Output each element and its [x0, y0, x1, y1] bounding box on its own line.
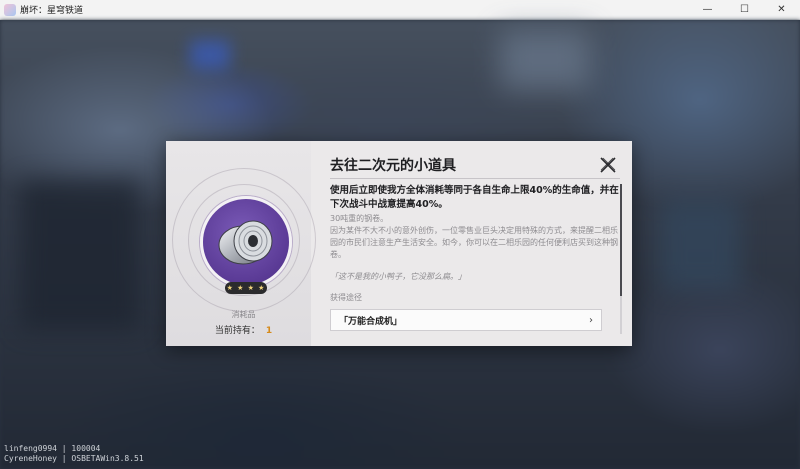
source-button-label: 「万能合成机」: [339, 316, 403, 327]
background-blur: [20, 180, 140, 330]
lore-text: 因为某件不大不小的意外创伤，一位零售业巨头决定用特殊的方式，来提醒二相乐园的市民…: [330, 226, 618, 259]
footer-line-version: CyreneHoney | OSBETAWin3.8.51: [4, 454, 144, 463]
background-blur: [190, 40, 230, 70]
chevron-right-icon: ›: [589, 314, 593, 326]
rarity-stars: ★ ★ ★ ★: [225, 282, 267, 294]
close-icon: [600, 157, 616, 173]
app-icon: [4, 3, 16, 16]
item-preview-panel: ★ ★ ★ ★ 消耗品 当前持有： 1: [166, 141, 316, 346]
item-detail-dialog: ★ ★ ★ ★ 消耗品 当前持有： 1 去往二次元的小道具 使用后立即使我方全体消…: [166, 141, 632, 346]
item-icon: [200, 196, 292, 288]
source-button[interactable]: 「万能合成机」 ›: [330, 309, 602, 331]
close-button[interactable]: [598, 155, 618, 175]
lore-subtitle: 30吨重的钢卷。: [330, 214, 389, 223]
owned-count-row: 当前持有： 1: [166, 323, 321, 336]
maximize-button[interactable]: ☐: [726, 0, 763, 19]
scrollbar-thumb[interactable]: [620, 184, 622, 296]
owned-count: 1: [265, 326, 273, 336]
window-title: 崩坏：星穹铁道: [20, 6, 84, 16]
item-description: 使用后立即使我方全体消耗等同于各自生命上限40%的生命值，并在下次战斗中战意提高…: [330, 185, 619, 210]
owned-label: 当前持有：: [214, 326, 260, 336]
title-divider: [330, 178, 620, 179]
footer-line-uid: linfeng0994 | 100004: [4, 444, 101, 453]
background-blur: [500, 30, 590, 90]
background-blur: [660, 200, 740, 290]
item-title: 去往二次元的小道具: [330, 158, 456, 174]
steel-coil-icon: [218, 220, 273, 265]
window-controls: — ☐ ✕: [689, 0, 800, 19]
close-window-button[interactable]: ✕: [763, 0, 800, 19]
window-titlebar: 崩坏：星穹铁道 — ☐ ✕: [0, 0, 800, 20]
footer-info: linfeng0994 | 100004 CyreneHoney | OSBET…: [4, 444, 144, 464]
minimize-button[interactable]: —: [689, 0, 726, 19]
source-label: 获得途径: [330, 293, 362, 302]
item-category: 消耗品: [231, 310, 256, 319]
lore-quote: 「这不是我的小鸭子，它没那么扁。」: [330, 272, 466, 281]
